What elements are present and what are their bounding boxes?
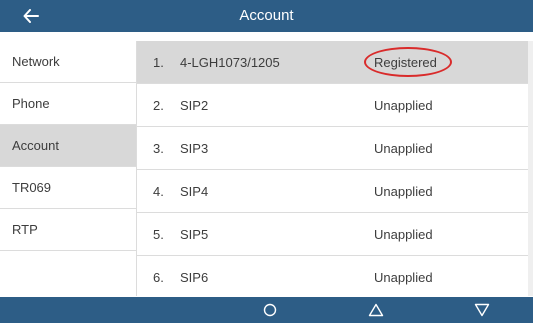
account-row-4[interactable]: 4. SIP4 Unapplied — [137, 170, 528, 213]
sidebar-item-empty — [0, 251, 136, 293]
sidebar-item-account[interactable]: Account — [0, 125, 136, 167]
account-list: 1. 4-LGH1073/1205 Registered 2. SIP2 Una… — [137, 41, 528, 296]
scrollbar[interactable] — [528, 41, 533, 296]
account-name: SIP6 — [180, 270, 209, 285]
sidebar-item-label: Phone — [12, 96, 50, 111]
account-status: Unapplied — [374, 97, 433, 113]
account-number: 3. — [153, 140, 164, 156]
back-button[interactable] — [0, 0, 62, 32]
account-name: 4-LGH1073/1205 — [180, 54, 280, 70]
account-name: SIP5 — [180, 226, 209, 242]
sidebar-item-network[interactable]: Network — [0, 41, 136, 83]
account-row-1[interactable]: 1. 4-LGH1073/1205 Registered — [137, 41, 528, 84]
account-row-2[interactable]: 2. SIP2 Unapplied — [137, 84, 528, 127]
sidebar-item-label: TR069 — [12, 180, 52, 195]
account-number: 2. — [153, 97, 164, 113]
up-softkey[interactable] — [346, 297, 406, 323]
sidebar-item-tr069[interactable]: TR069 — [0, 167, 136, 209]
account-number: 5. — [153, 226, 164, 242]
account-status: Unapplied — [374, 183, 433, 199]
softkey-bar — [0, 297, 533, 323]
sidebar-item-label: Network — [12, 54, 60, 69]
account-status: Unapplied — [374, 226, 433, 242]
account-name: SIP3 — [180, 140, 209, 156]
account-row-6[interactable]: 6. SIP6 Unapplied — [137, 256, 528, 299]
account-status: Unapplied — [374, 270, 433, 285]
account-status: Registered — [374, 54, 437, 70]
sidebar-item-phone[interactable]: Phone — [0, 83, 136, 125]
sidebar-item-label: RTP — [12, 222, 38, 237]
account-number: 1. — [153, 54, 164, 70]
account-name: SIP2 — [180, 97, 209, 113]
account-number: 4. — [153, 183, 164, 199]
account-row-5[interactable]: 5. SIP5 Unapplied — [137, 213, 528, 256]
account-name: SIP4 — [180, 183, 209, 199]
account-status: Unapplied — [374, 140, 433, 156]
title-bar: Account — [0, 0, 533, 32]
sidebar: Network Phone Account TR069 RTP — [0, 41, 136, 296]
triangle-up-icon — [368, 303, 384, 317]
ok-circle-icon — [263, 303, 277, 317]
triangle-down-icon — [474, 303, 490, 317]
account-row-3[interactable]: 3. SIP3 Unapplied — [137, 127, 528, 170]
sidebar-item-rtp[interactable]: RTP — [0, 209, 136, 251]
account-number: 6. — [153, 270, 164, 285]
sidebar-item-label: Account — [12, 138, 59, 153]
ok-softkey[interactable] — [240, 297, 300, 323]
arrow-left-icon — [23, 9, 39, 23]
down-softkey[interactable] — [452, 297, 512, 323]
page-title: Account — [239, 7, 294, 24]
